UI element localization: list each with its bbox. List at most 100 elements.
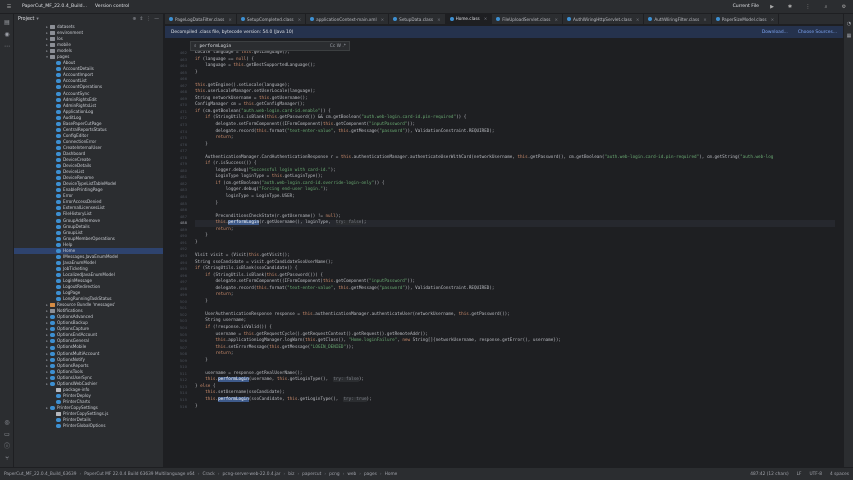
breadcrumb-separator: › — [379, 471, 382, 477]
tree-item[interactable]: PrinterGlobalOptions — [14, 423, 163, 429]
breadcrumb-item[interactable]: pcng-server-web-22.0.4.jar — [223, 472, 281, 477]
status-bar: PaperCut_MF_22.0.4_Build_63639 › PaperCut … — [0, 467, 853, 480]
class-file-icon — [648, 17, 653, 21]
structure-tool-icon[interactable]: ⋯ — [2, 42, 12, 52]
chevron-down-icon[interactable]: ▾ — [36, 17, 38, 22]
editor-tab[interactable]: FileUploadServlet.class × — [492, 14, 563, 24]
commit-tool-icon[interactable]: ◉ — [2, 30, 12, 40]
collapse-all-icon[interactable]: ⇕ — [139, 17, 143, 22]
close-icon[interactable]: × — [554, 17, 558, 22]
editor-tab[interactable]: PageLogDataFilter.class × — [165, 14, 237, 24]
close-icon[interactable]: × — [298, 17, 302, 22]
file-encoding[interactable]: UTF-8 — [810, 472, 823, 477]
class-file-icon — [310, 17, 315, 21]
class-icon — [50, 375, 55, 380]
editor-tab[interactable]: Home.class × — [445, 14, 493, 24]
locate-icon[interactable]: ⊕ — [132, 17, 136, 22]
class-icon — [56, 424, 61, 429]
breadcrumb-item[interactable]: biz — [288, 472, 294, 477]
editor-tab-label: PaperSizeModel.class — [721, 16, 767, 22]
breadcrumb-item[interactable]: Home — [385, 472, 398, 477]
code-area[interactable]: Locale language = this.getLanguage(); if … — [195, 50, 835, 410]
class-icon — [56, 73, 61, 78]
line-separator[interactable]: LF — [797, 472, 802, 477]
class-icon — [56, 285, 61, 290]
breadcrumb-item[interactable]: papercut — [302, 472, 321, 477]
close-icon[interactable]: × — [437, 17, 441, 22]
editor-tab[interactable]: AuthWiringHttpServlet.class × — [563, 14, 645, 24]
editor-tab[interactable]: SetupData.class × — [389, 14, 446, 24]
breadcrumb-item[interactable]: PaperCut_MF_22.0.4_Build_63639 — [4, 472, 76, 477]
class-icon — [56, 200, 61, 205]
hamburger-menu-icon[interactable]: ☰ — [4, 4, 14, 10]
editor-tab[interactable]: PaperSizeModel.class × — [712, 14, 780, 24]
run-configuration-selector[interactable]: Current File — [733, 4, 759, 9]
close-icon[interactable]: × — [484, 16, 488, 21]
close-icon[interactable]: × — [381, 17, 385, 22]
file-icon — [56, 412, 61, 417]
file-icon — [56, 387, 61, 392]
services-tool-icon[interactable]: ◎ — [2, 418, 12, 428]
class-icon — [50, 357, 55, 362]
options-icon[interactable]: ⋮ — [146, 17, 151, 22]
settings-icon[interactable]: ⚙ — [839, 4, 849, 10]
editor-tab[interactable]: SetupCompleted.class × — [237, 14, 307, 24]
close-icon[interactable]: × — [228, 17, 232, 22]
caret-position[interactable]: 487:42 (12 chars) — [750, 472, 788, 477]
breadcrumb-item[interactable]: PaperCut MF 22.0.4 Build 63639 Multilang… — [84, 472, 195, 477]
breadcrumb-separator: › — [197, 471, 200, 477]
class-icon — [50, 339, 55, 344]
class-icon — [56, 152, 61, 156]
find-options[interactable]: Cc W .* — [330, 44, 346, 49]
breadcrumb-separator: › — [342, 471, 345, 477]
editor-tab[interactable]: AuthWiringFilter.class × — [644, 14, 712, 24]
close-icon[interactable]: × — [703, 17, 707, 22]
more-icon[interactable]: ⋮ — [803, 4, 813, 10]
hide-panel-icon[interactable]: — — [154, 17, 159, 22]
code-line[interactable]: } — [195, 404, 835, 411]
folder-icon — [50, 43, 55, 48]
notifications-icon[interactable]: ◔ — [845, 20, 853, 28]
breadcrumb-item[interactable]: web — [347, 472, 356, 477]
class-icon — [56, 182, 61, 187]
vcs-widget[interactable]: Version control — [95, 4, 129, 9]
breadcrumb-item[interactable]: pcng — [329, 472, 340, 477]
class-file-icon — [449, 16, 454, 21]
class-icon — [56, 297, 61, 302]
search-everywhere-icon[interactable]: ⌕ — [821, 4, 831, 10]
breadcrumb-separator: › — [79, 471, 82, 477]
class-icon — [56, 145, 61, 150]
choose-sources-link[interactable]: Choose Sources... — [798, 30, 837, 35]
problems-tool-icon[interactable]: ⓘ — [2, 442, 12, 452]
class-icon — [56, 393, 61, 398]
code-editor[interactable]: 462 463 464 465 466 467 468 469 470 471 472 473 474 4… — [165, 38, 843, 467]
class-icon — [56, 242, 61, 247]
breadcrumb-item[interactable]: Crack — [203, 472, 215, 477]
code-line[interactable]: AuthenticationManager.CardAuthentication… — [195, 155, 835, 162]
folder-icon — [50, 309, 55, 314]
class-file-icon — [496, 17, 501, 21]
class-icon — [50, 351, 55, 356]
debug-icon[interactable]: ✱ — [785, 4, 795, 10]
breadcrumb-item[interactable]: pages — [364, 472, 377, 477]
download-sources-link[interactable]: Download... — [762, 30, 788, 35]
run-icon[interactable]: ▶ — [767, 4, 777, 10]
class-icon — [56, 109, 61, 114]
class-icon — [56, 260, 61, 265]
editor-tab-bar: PageLogDataFilter.class × SetupCompleted.c… — [165, 14, 843, 25]
terminal-tool-icon[interactable]: ▭ — [2, 430, 12, 440]
find-input[interactable]: performLogin — [199, 44, 326, 49]
database-icon[interactable]: ▦ — [845, 32, 853, 40]
editor-tab[interactable]: applicationContext-main.xml × — [306, 14, 390, 24]
project-switcher[interactable]: PaperCut_MF_22.0.4_Build... — [22, 4, 87, 9]
close-icon[interactable]: × — [771, 17, 775, 22]
class-icon — [56, 85, 61, 90]
indent-setting[interactable]: 4 spaces — [830, 472, 849, 477]
git-tool-icon[interactable]: ⑂ — [2, 454, 12, 464]
close-icon[interactable]: × — [636, 17, 640, 22]
editor-tab-label: Home.class — [455, 16, 480, 21]
class-icon — [56, 278, 61, 283]
project-tool-icon[interactable]: ▤ — [2, 18, 12, 28]
project-panel-title[interactable]: Project — [18, 17, 34, 22]
breadcrumb: PaperCut_MF_22.0.4_Build_63639 › PaperCut … — [4, 472, 397, 477]
